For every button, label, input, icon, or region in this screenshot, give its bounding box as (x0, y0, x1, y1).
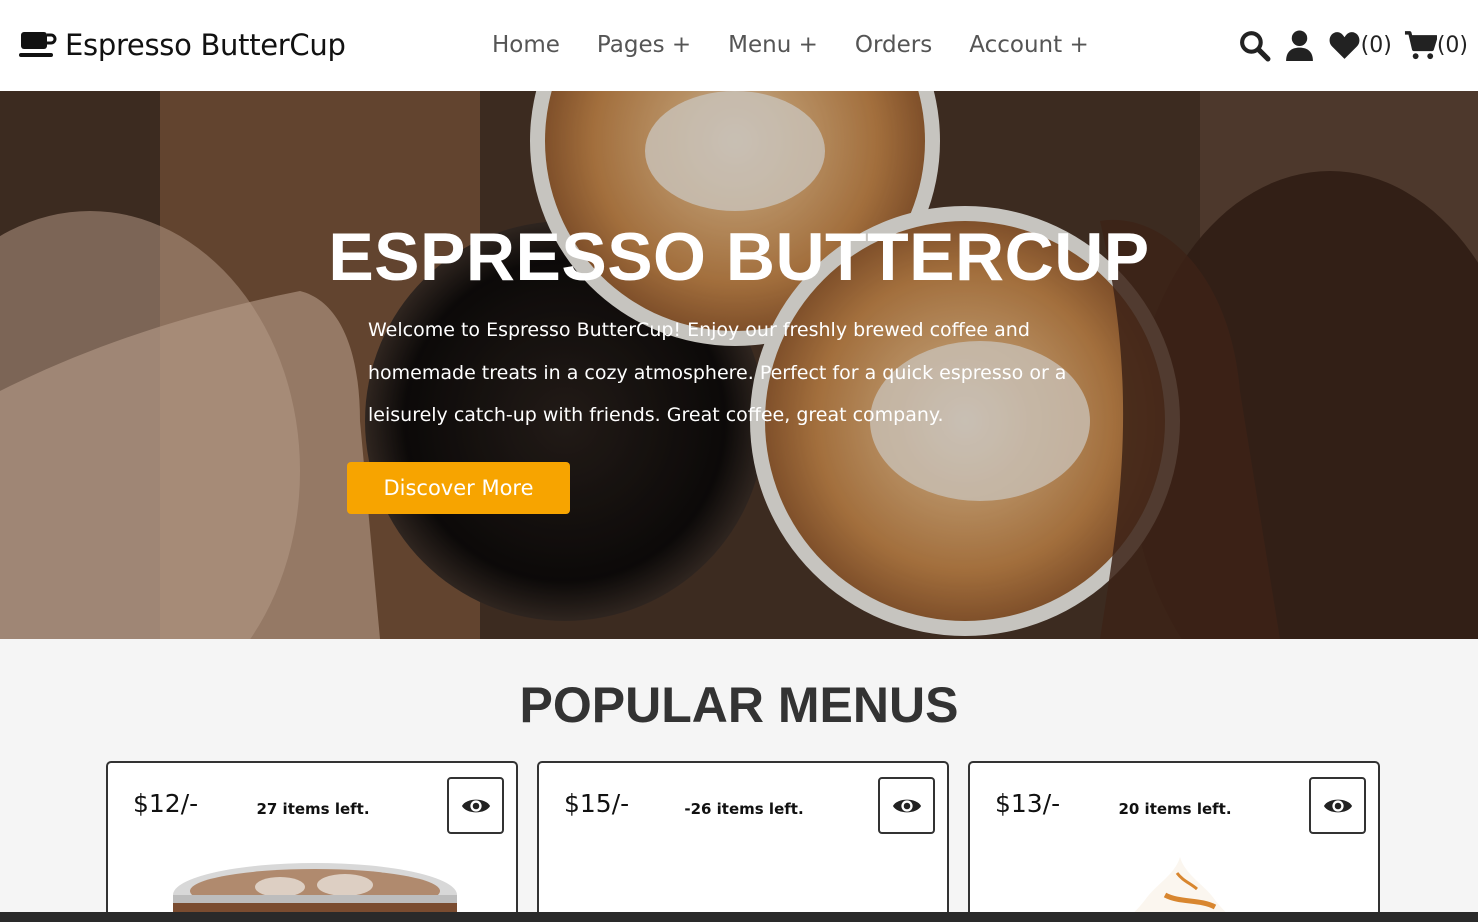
cart-button[interactable]: (0) (1404, 29, 1468, 62)
cart-count: (0) (1436, 32, 1468, 58)
view-button[interactable] (1309, 777, 1366, 834)
popular-menus-title: POPULAR MENUS (519, 677, 959, 733)
heart-icon (1329, 31, 1360, 59)
wishlist-count: (0) (1360, 32, 1392, 58)
account-button[interactable] (1283, 29, 1316, 62)
brand-name: Espresso ButterCup (65, 28, 346, 62)
hero-title: ESPRESSO BUTTERCUP (328, 219, 1150, 295)
wishlist-button[interactable]: (0) (1328, 29, 1392, 62)
view-button[interactable] (878, 777, 935, 834)
nav-home[interactable]: Home (492, 32, 560, 58)
cart-icon (1404, 30, 1437, 59)
eye-icon (892, 799, 921, 812)
bottom-bar (0, 912, 1478, 922)
brand-logo[interactable]: Espresso ButterCup (18, 26, 346, 64)
menu-card[interactable]: $13/- 20 items left. (968, 761, 1380, 922)
nav-menu[interactable]: Menu + (728, 32, 818, 58)
nav-pages[interactable]: Pages + (597, 32, 691, 58)
nav-orders[interactable]: Orders (855, 32, 932, 58)
eye-icon (461, 799, 490, 812)
coffee-cup-icon (19, 32, 57, 57)
search-icon (1239, 30, 1271, 61)
search-button[interactable] (1238, 29, 1271, 62)
main-nav: Home Pages + Menu + Orders Account + (492, 28, 1089, 62)
discover-more-button[interactable]: Discover More (347, 462, 570, 514)
nav-account[interactable]: Account + (969, 32, 1088, 58)
view-button[interactable] (447, 777, 504, 834)
site-header: Espresso ButterCup Home Pages + Menu + O… (0, 0, 1478, 91)
header-icons: (0) (0) (1226, 26, 1468, 64)
eye-icon (1323, 799, 1352, 812)
menu-card[interactable]: $15/- -26 items left. (537, 761, 949, 922)
hero-banner: ESPRESSO BUTTERCUP Welcome to Espresso B… (0, 91, 1478, 639)
hero-description: Welcome to Espresso ButterCup! Enjoy our… (368, 319, 1067, 426)
user-icon (1285, 30, 1313, 61)
menu-card[interactable]: $12/- 27 items left. (106, 761, 518, 922)
